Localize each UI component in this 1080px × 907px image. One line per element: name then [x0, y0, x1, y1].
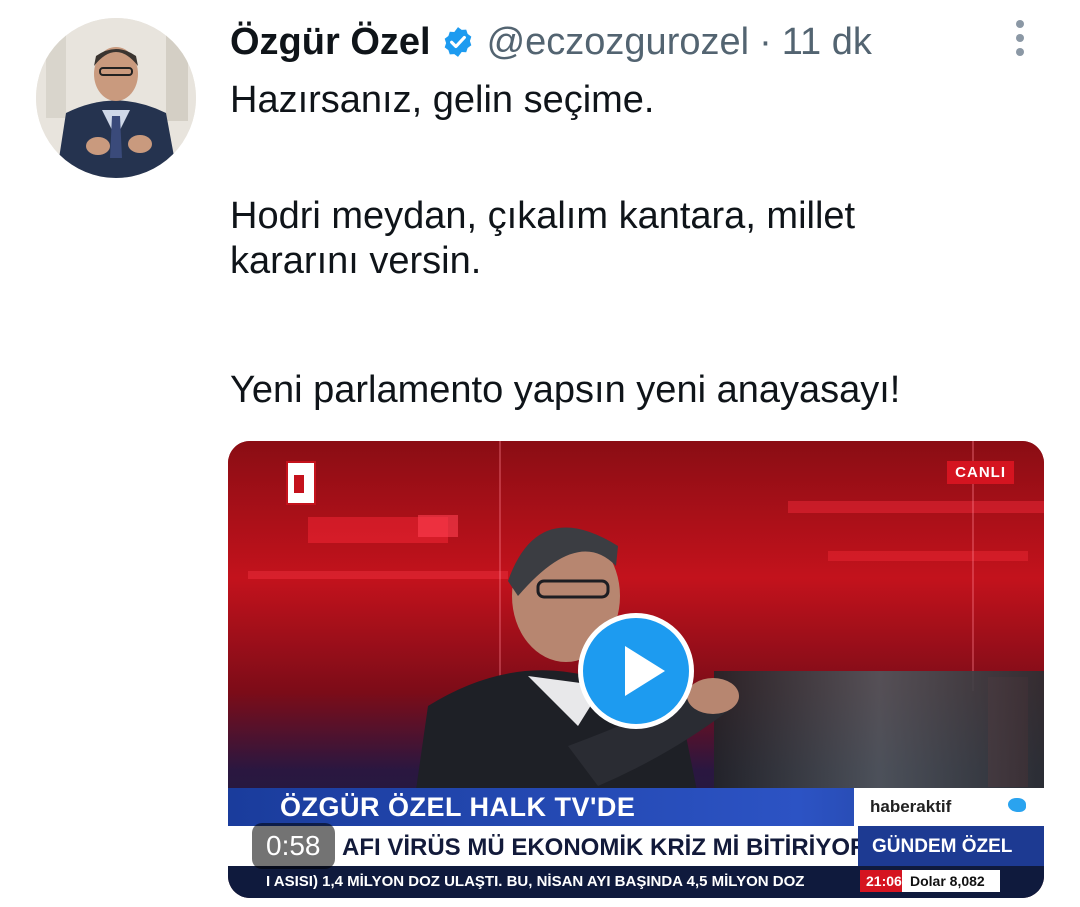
- tweet-line: kararını versin.: [230, 240, 482, 282]
- verified-badge-icon: [441, 25, 475, 59]
- tweet-line: Hazırsanız, gelin seçime.: [230, 79, 655, 121]
- subheadline-bar: AFI VİRÜS MÜ EKONOMİK KRİZ Mİ BİTİRİYOR?…: [228, 826, 1044, 866]
- ticker-clock: 21:06: [860, 870, 908, 892]
- channel-tag-label: haberaktif: [870, 797, 952, 816]
- program-tag: GÜNDEM ÖZEL: [858, 826, 1044, 866]
- video-headline: ÖZGÜR ÖZEL HALK TV'DE: [280, 792, 636, 822]
- channel-tag: haberaktif: [854, 788, 1044, 826]
- live-badge: CANLI: [947, 461, 1014, 484]
- program-tag-label: GÜNDEM ÖZEL: [872, 836, 1013, 857]
- halk-tv-logo: [286, 461, 316, 505]
- play-icon[interactable]: [578, 613, 694, 729]
- video-player[interactable]: CANLI ÖZGÜR ÖZEL HALK TV'DE haberaktif A…: [228, 441, 1044, 898]
- tweet-timestamp[interactable]: 11 dk: [782, 21, 872, 64]
- currency-rate: Dolar 8,082: [902, 870, 1000, 892]
- author-name[interactable]: Özgür Özel: [230, 21, 431, 64]
- ticker-text: I ASISI) 1,4 MİLYON DOZ ULAŞTI. BU, NİSA…: [266, 873, 805, 890]
- news-ticker: I ASISI) 1,4 MİLYON DOZ ULAŞTI. BU, NİSA…: [228, 866, 1044, 898]
- twitter-bird-icon: [1008, 798, 1026, 812]
- headline-bar: ÖZGÜR ÖZEL HALK TV'DE haberaktif: [228, 788, 1044, 826]
- author-avatar[interactable]: [36, 18, 196, 178]
- video-duration: 0:58: [252, 823, 335, 869]
- more-icon[interactable]: [1008, 16, 1032, 56]
- separator-dot: ·: [759, 20, 772, 63]
- video-subheadline: AFI VİRÜS MÜ EKONOMİK KRİZ Mİ BİTİRİYOR?: [342, 834, 882, 861]
- tweet-line: Yeni parlamento yapsın yeni anayasayı!: [230, 369, 901, 411]
- tweet-line: Hodri meydan, çıkalım kantara, millet: [230, 195, 856, 237]
- tweet-header: Özgür Özel @eczozgurozel · 11 dk: [230, 14, 872, 70]
- author-handle[interactable]: @eczozgurozel: [487, 21, 749, 64]
